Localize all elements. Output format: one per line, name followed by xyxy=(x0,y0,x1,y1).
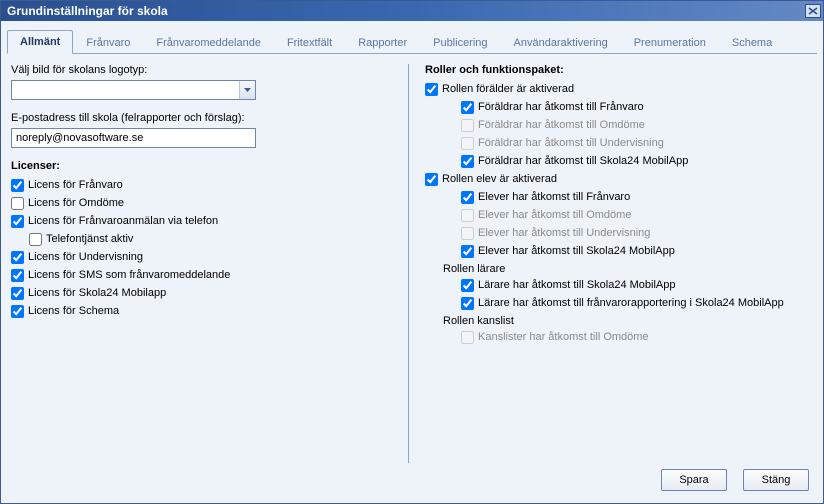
role-head: Rollen elev är aktiverad xyxy=(425,172,813,187)
logo-select[interactable] xyxy=(11,80,256,100)
role-head: Rollen förälder är aktiverad xyxy=(425,82,813,97)
window-title: Grundinställningar för skola xyxy=(7,4,168,18)
role-item: Elever har åtkomst till Undervisning xyxy=(461,226,813,241)
tab-fritextf-lt[interactable]: Fritextfält xyxy=(274,31,345,54)
role-item-label: Lärare har åtkomst till Skola24 MobilApp xyxy=(478,278,675,293)
role-item-label: Lärare har åtkomst till frånvarorapporte… xyxy=(478,296,784,311)
save-button[interactable]: Spara xyxy=(661,469,727,491)
license-item: Licens för Skola24 Mobilapp xyxy=(11,286,392,301)
tab-prenumeration[interactable]: Prenumeration xyxy=(621,31,719,54)
license-checkbox[interactable] xyxy=(11,287,24,300)
role-head: Rollen kanslist xyxy=(443,315,813,327)
footer: Spara Stäng xyxy=(7,463,817,497)
role-item-checkbox[interactable] xyxy=(461,191,474,204)
tab-fr-nvaro[interactable]: Frånvaro xyxy=(73,31,143,54)
license-label: Licens för SMS som frånvaromeddelande xyxy=(28,268,230,283)
license-checkbox[interactable] xyxy=(11,197,24,210)
license-checkbox[interactable] xyxy=(11,215,24,228)
role-item: Föräldrar har åtkomst till Undervisning xyxy=(461,136,813,151)
role-head-checkbox[interactable] xyxy=(425,83,438,96)
role-item-checkbox xyxy=(461,331,474,344)
role-item: Föräldrar har åtkomst till Omdöme xyxy=(461,118,813,133)
role-item: Elever har åtkomst till Omdöme xyxy=(461,208,813,223)
license-item: Licens för Schema xyxy=(11,304,392,319)
chevron-down-icon xyxy=(239,81,255,99)
role-item-label: Föräldrar har åtkomst till Skola24 Mobil… xyxy=(478,154,688,169)
licenses-title: Licenser: xyxy=(11,160,392,172)
tab-publicering[interactable]: Publicering xyxy=(420,31,500,54)
license-label: Licens för Skola24 Mobilapp xyxy=(28,286,166,301)
role-item-label: Föräldrar har åtkomst till Undervisning xyxy=(478,136,664,151)
close-icon[interactable] xyxy=(805,4,821,18)
role-item: Lärare har åtkomst till Skola24 MobilApp xyxy=(461,278,813,293)
role-item-checkbox[interactable] xyxy=(461,101,474,114)
role-item-checkbox xyxy=(461,209,474,222)
licenses-list: Licens för Frånvaro Licens för Omdöme Lice… xyxy=(11,178,392,319)
license-checkbox[interactable] xyxy=(29,233,42,246)
role-item: Elever har åtkomst till Frånvaro xyxy=(461,190,813,205)
email-input[interactable] xyxy=(11,128,256,148)
role-head-label: Rollen elev är aktiverad xyxy=(442,172,557,187)
role-item-checkbox[interactable] xyxy=(461,297,474,310)
role-item-checkbox xyxy=(461,227,474,240)
right-column: Roller och funktionspaket: Rollen föräld… xyxy=(415,64,817,463)
role-head: Rollen lärare xyxy=(443,263,813,275)
license-item: Telefontjänst aktiv xyxy=(29,232,392,247)
license-label: Licens för Schema xyxy=(28,304,119,319)
tabstrip: AllmäntFrånvaroFrånvaromeddelandeFritext… xyxy=(7,27,817,54)
role-item-label: Elever har åtkomst till Frånvaro xyxy=(478,190,630,205)
tab-rapporter[interactable]: Rapporter xyxy=(345,31,420,54)
role-item: Föräldrar har åtkomst till Skola24 Mobil… xyxy=(461,154,813,169)
logo-label: Välj bild för skolans logotyp: xyxy=(11,64,392,76)
role-head-label: Rollen förälder är aktiverad xyxy=(442,82,574,97)
license-item: Licens för Frånvaro xyxy=(11,178,392,193)
license-checkbox[interactable] xyxy=(11,251,24,264)
license-item: Licens för Undervisning xyxy=(11,250,392,265)
role-item-checkbox xyxy=(461,137,474,150)
role-item: Föräldrar har åtkomst till Frånvaro xyxy=(461,100,813,115)
license-checkbox[interactable] xyxy=(11,269,24,282)
tab-anv-ndaraktivering[interactable]: Användaraktivering xyxy=(501,31,621,54)
tab-fr-nvaromeddelande[interactable]: Frånvaromeddelande xyxy=(143,31,274,54)
role-item: Lärare har åtkomst till frånvarorapporte… xyxy=(461,296,813,311)
role-item-checkbox xyxy=(461,119,474,132)
close-button[interactable]: Stäng xyxy=(743,469,809,491)
email-label: E-postadress till skola (felrapporter oc… xyxy=(11,112,392,124)
roles-container: Rollen förälder är aktiverad Föräldrar ha… xyxy=(425,82,813,345)
vertical-divider xyxy=(408,64,409,463)
role-item-label: Kanslister har åtkomst till Omdöme xyxy=(478,330,649,345)
license-checkbox[interactable] xyxy=(11,179,24,192)
license-label: Licens för Omdöme xyxy=(28,196,124,211)
license-item: Licens för Omdöme xyxy=(11,196,392,211)
role-item-checkbox[interactable] xyxy=(461,279,474,292)
license-label: Telefontjänst aktiv xyxy=(46,232,133,247)
license-label: Licens för Frånvaro xyxy=(28,178,123,193)
tab-schema[interactable]: Schema xyxy=(719,31,785,54)
license-label: Licens för Frånvaroanmälan via telefon xyxy=(28,214,218,229)
role-item-label: Föräldrar har åtkomst till Frånvaro xyxy=(478,100,644,115)
content-area: AllmäntFrånvaroFrånvaromeddelandeFritext… xyxy=(1,21,823,503)
role-item-checkbox[interactable] xyxy=(461,155,474,168)
role-item-label: Elever har åtkomst till Omdöme xyxy=(478,208,631,223)
body: Välj bild för skolans logotyp: E-postadr… xyxy=(7,64,817,463)
titlebar: Grundinställningar för skola xyxy=(1,1,823,21)
role-head-checkbox[interactable] xyxy=(425,173,438,186)
role-item-label: Föräldrar har åtkomst till Omdöme xyxy=(478,118,645,133)
license-checkbox[interactable] xyxy=(11,305,24,318)
role-item: Elever har åtkomst till Skola24 MobilApp xyxy=(461,244,813,259)
license-item: Licens för Frånvaroanmälan via telefon xyxy=(11,214,392,229)
license-label: Licens för Undervisning xyxy=(28,250,143,265)
tab-allm-nt[interactable]: Allmänt xyxy=(7,30,73,54)
role-item: Kanslister har åtkomst till Omdöme xyxy=(461,330,813,345)
role-item-checkbox[interactable] xyxy=(461,245,474,258)
left-column: Välj bild för skolans logotyp: E-postadr… xyxy=(7,64,402,463)
roles-title: Roller och funktionspaket: xyxy=(425,64,813,76)
license-item: Licens för SMS som frånvaromeddelande xyxy=(11,268,392,283)
settings-window: Grundinställningar för skola AllmäntFrån… xyxy=(0,0,824,504)
role-item-label: Elever har åtkomst till Undervisning xyxy=(478,226,650,241)
role-item-label: Elever har åtkomst till Skola24 MobilApp xyxy=(478,244,675,259)
